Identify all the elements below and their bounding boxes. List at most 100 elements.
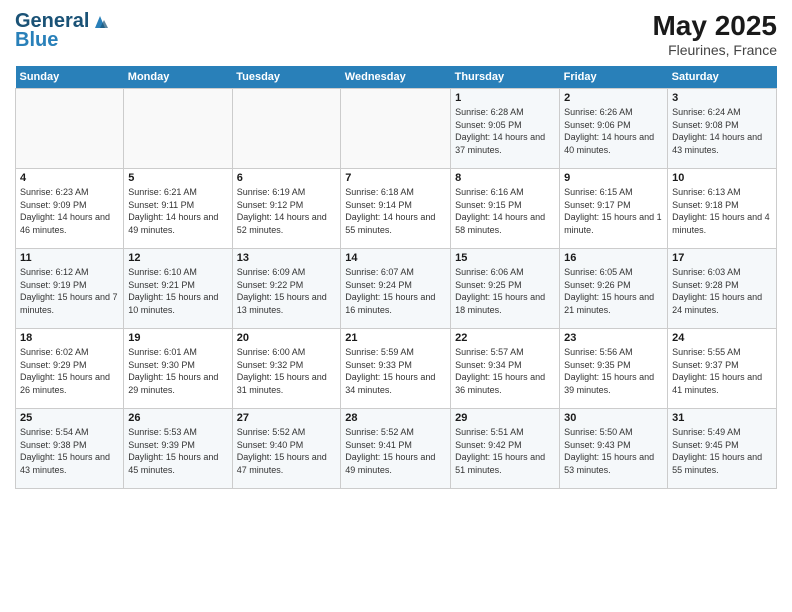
calendar-cell: 19 Sunrise: 6:01 AM Sunset: 9:30 PM Dayli…	[124, 329, 232, 409]
header-thursday: Thursday	[451, 66, 560, 89]
calendar-cell: 11 Sunrise: 6:12 AM Sunset: 9:19 PM Dayli…	[16, 249, 124, 329]
day-info: Sunrise: 6:01 AM Sunset: 9:30 PM Dayligh…	[128, 346, 227, 396]
day-number: 17	[672, 252, 772, 264]
calendar-cell: 27 Sunrise: 5:52 AM Sunset: 9:40 PM Dayli…	[232, 409, 341, 489]
day-info: Sunrise: 5:52 AM Sunset: 9:40 PM Dayligh…	[237, 426, 337, 476]
calendar-cell: 16Sunrise: 6:05 AM Sunset: 9:26 PM Dayli…	[560, 249, 668, 329]
day-number: 13	[237, 252, 337, 264]
calendar-week-3: 11 Sunrise: 6:12 AM Sunset: 9:19 PM Dayli…	[16, 249, 777, 329]
calendar-cell: 12 Sunrise: 6:10 AM Sunset: 9:21 PM Dayli…	[124, 249, 232, 329]
day-info: Sunrise: 5:59 AM Sunset: 9:33 PM Dayligh…	[345, 346, 446, 396]
title-block: May 2025 Fleurines, France	[652, 10, 777, 58]
day-info: Sunrise: 6:09 AM Sunset: 9:22 PM Dayligh…	[237, 266, 337, 316]
day-number: 23	[564, 332, 663, 344]
calendar-cell: 20Sunrise: 6:00 AM Sunset: 9:32 PM Dayli…	[232, 329, 341, 409]
day-number: 19	[128, 332, 227, 344]
day-number: 28	[345, 412, 446, 424]
calendar-cell	[124, 89, 232, 169]
day-info: Sunrise: 5:51 AM Sunset: 9:42 PM Dayligh…	[455, 426, 555, 476]
day-number: 6	[237, 172, 337, 184]
logo-icon	[91, 14, 109, 30]
calendar-cell	[16, 89, 124, 169]
day-info: Sunrise: 5:55 AM Sunset: 9:37 PM Dayligh…	[672, 346, 772, 396]
day-number: 21	[345, 332, 446, 344]
calendar-cell: 2Sunrise: 6:26 AM Sunset: 9:06 PM Daylig…	[560, 89, 668, 169]
calendar-table: Sunday Monday Tuesday Wednesday Thursday…	[15, 66, 777, 489]
day-info: Sunrise: 6:10 AM Sunset: 9:21 PM Dayligh…	[128, 266, 227, 316]
calendar-cell: 26Sunrise: 5:53 AM Sunset: 9:39 PM Dayli…	[124, 409, 232, 489]
day-info: Sunrise: 6:19 AM Sunset: 9:12 PM Dayligh…	[237, 186, 337, 236]
day-info: Sunrise: 6:02 AM Sunset: 9:29 PM Dayligh…	[20, 346, 119, 396]
calendar-cell: 1 Sunrise: 6:28 AM Sunset: 9:05 PM Daylig…	[451, 89, 560, 169]
calendar-cell: 6 Sunrise: 6:19 AM Sunset: 9:12 PM Daylig…	[232, 169, 341, 249]
day-number: 24	[672, 332, 772, 344]
day-number: 7	[345, 172, 446, 184]
day-number: 3	[672, 92, 772, 104]
calendar-cell: 5 Sunrise: 6:21 AM Sunset: 9:11 PM Daylig…	[124, 169, 232, 249]
day-info: Sunrise: 6:05 AM Sunset: 9:26 PM Dayligh…	[564, 266, 663, 316]
calendar-week-2: 4 Sunrise: 6:23 AM Sunset: 9:09 PM Daylig…	[16, 169, 777, 249]
calendar-cell	[341, 89, 451, 169]
day-number: 4	[20, 172, 119, 184]
day-info: Sunrise: 5:52 AM Sunset: 9:41 PM Dayligh…	[345, 426, 446, 476]
calendar-cell: 7Sunrise: 6:18 AM Sunset: 9:14 PM Daylig…	[341, 169, 451, 249]
calendar-cell: 29 Sunrise: 5:51 AM Sunset: 9:42 PM Dayli…	[451, 409, 560, 489]
day-number: 27	[237, 412, 337, 424]
page: General Blue May 2025 Fleurines, France …	[0, 0, 792, 612]
day-info: Sunrise: 6:21 AM Sunset: 9:11 PM Dayligh…	[128, 186, 227, 236]
calendar-cell: 8 Sunrise: 6:16 AM Sunset: 9:15 PM Daylig…	[451, 169, 560, 249]
header-friday: Friday	[560, 66, 668, 89]
calendar-cell: 18 Sunrise: 6:02 AM Sunset: 9:29 PM Dayli…	[16, 329, 124, 409]
day-info: Sunrise: 5:54 AM Sunset: 9:38 PM Dayligh…	[20, 426, 119, 476]
logo: General Blue	[15, 10, 109, 52]
day-number: 1	[455, 92, 555, 104]
calendar-week-5: 25Sunrise: 5:54 AM Sunset: 9:38 PM Dayli…	[16, 409, 777, 489]
calendar-cell: 21 Sunrise: 5:59 AM Sunset: 9:33 PM Dayli…	[341, 329, 451, 409]
calendar-week-1: 1 Sunrise: 6:28 AM Sunset: 9:05 PM Daylig…	[16, 89, 777, 169]
day-info: Sunrise: 5:56 AM Sunset: 9:35 PM Dayligh…	[564, 346, 663, 396]
calendar-cell: 10Sunrise: 6:13 AM Sunset: 9:18 PM Dayli…	[668, 169, 777, 249]
day-number: 18	[20, 332, 119, 344]
day-number: 30	[564, 412, 663, 424]
calendar-subtitle: Fleurines, France	[652, 42, 777, 58]
day-info: Sunrise: 5:49 AM Sunset: 9:45 PM Dayligh…	[672, 426, 772, 476]
day-info: Sunrise: 6:06 AM Sunset: 9:25 PM Dayligh…	[455, 266, 555, 316]
day-number: 31	[672, 412, 772, 424]
calendar-cell	[232, 89, 341, 169]
day-info: Sunrise: 6:12 AM Sunset: 9:19 PM Dayligh…	[20, 266, 119, 316]
day-number: 29	[455, 412, 555, 424]
day-info: Sunrise: 6:24 AM Sunset: 9:08 PM Dayligh…	[672, 106, 772, 156]
calendar-cell: 15Sunrise: 6:06 AM Sunset: 9:25 PM Dayli…	[451, 249, 560, 329]
calendar-cell: 25Sunrise: 5:54 AM Sunset: 9:38 PM Dayli…	[16, 409, 124, 489]
calendar-title: May 2025	[652, 10, 777, 42]
calendar-cell: 28 Sunrise: 5:52 AM Sunset: 9:41 PM Dayli…	[341, 409, 451, 489]
calendar-cell: 22Sunrise: 5:57 AM Sunset: 9:34 PM Dayli…	[451, 329, 560, 409]
day-number: 12	[128, 252, 227, 264]
calendar-cell: 24 Sunrise: 5:55 AM Sunset: 9:37 PM Dayli…	[668, 329, 777, 409]
header-monday: Monday	[124, 66, 232, 89]
header: General Blue May 2025 Fleurines, France	[15, 10, 777, 58]
day-info: Sunrise: 6:16 AM Sunset: 9:15 PM Dayligh…	[455, 186, 555, 236]
day-number: 5	[128, 172, 227, 184]
calendar-cell: 14 Sunrise: 6:07 AM Sunset: 9:24 PM Dayli…	[341, 249, 451, 329]
day-info: Sunrise: 6:07 AM Sunset: 9:24 PM Dayligh…	[345, 266, 446, 316]
header-sunday: Sunday	[16, 66, 124, 89]
day-info: Sunrise: 6:26 AM Sunset: 9:06 PM Dayligh…	[564, 106, 663, 156]
calendar-cell: 4 Sunrise: 6:23 AM Sunset: 9:09 PM Daylig…	[16, 169, 124, 249]
day-number: 20	[237, 332, 337, 344]
calendar-cell: 17Sunrise: 6:03 AM Sunset: 9:28 PM Dayli…	[668, 249, 777, 329]
day-number: 8	[455, 172, 555, 184]
calendar-header-row: Sunday Monday Tuesday Wednesday Thursday…	[16, 66, 777, 89]
day-number: 14	[345, 252, 446, 264]
calendar-cell: 3 Sunrise: 6:24 AM Sunset: 9:08 PM Daylig…	[668, 89, 777, 169]
day-info: Sunrise: 6:28 AM Sunset: 9:05 PM Dayligh…	[455, 106, 555, 156]
calendar-cell: 30 Sunrise: 5:50 AM Sunset: 9:43 PM Dayli…	[560, 409, 668, 489]
calendar-cell: 31 Sunrise: 5:49 AM Sunset: 9:45 PM Dayli…	[668, 409, 777, 489]
day-info: Sunrise: 5:50 AM Sunset: 9:43 PM Dayligh…	[564, 426, 663, 476]
day-info: Sunrise: 6:23 AM Sunset: 9:09 PM Dayligh…	[20, 186, 119, 236]
day-info: Sunrise: 6:15 AM Sunset: 9:17 PM Dayligh…	[564, 186, 663, 236]
calendar-cell: 23 Sunrise: 5:56 AM Sunset: 9:35 PM Dayli…	[560, 329, 668, 409]
calendar-cell: 9Sunrise: 6:15 AM Sunset: 9:17 PM Daylig…	[560, 169, 668, 249]
calendar-week-4: 18 Sunrise: 6:02 AM Sunset: 9:29 PM Dayli…	[16, 329, 777, 409]
day-number: 11	[20, 252, 119, 264]
